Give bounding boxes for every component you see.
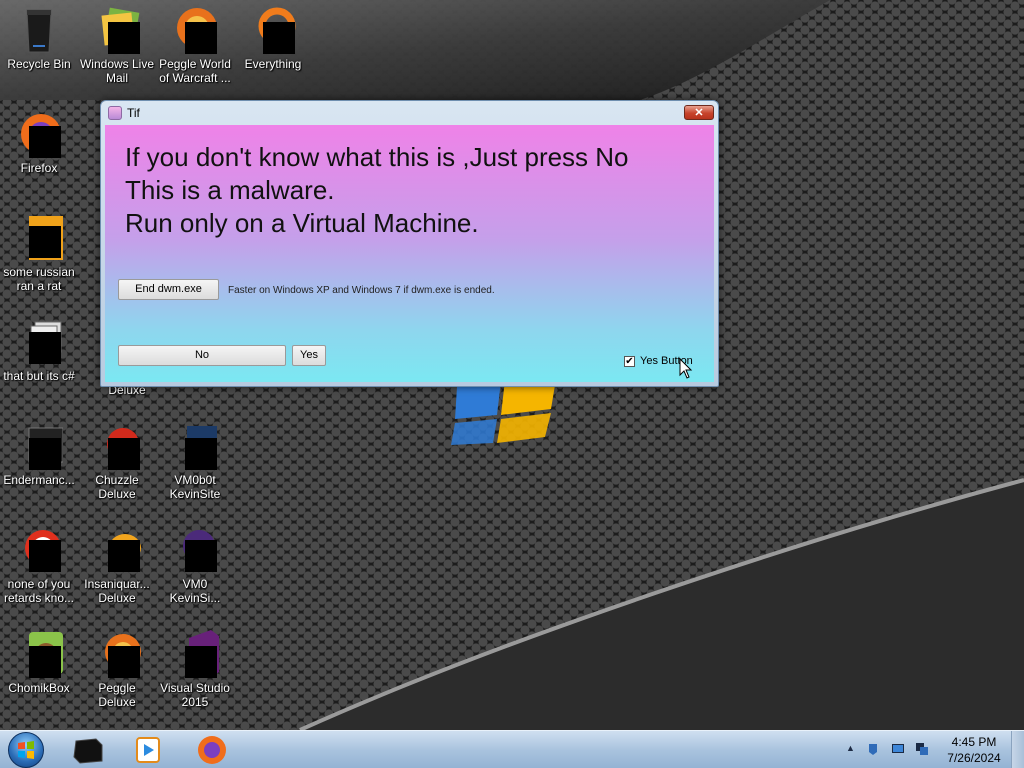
desktop-icon-label: Visual Studio 2015 — [160, 681, 230, 709]
task-manager-icon — [73, 738, 103, 764]
desktop-icon-label: Peggle World of Warcraft ... — [159, 57, 231, 85]
firefox-icon — [15, 110, 63, 158]
show-desktop-button[interactable] — [1011, 731, 1024, 768]
dialog-titlebar[interactable]: Tif ✕ — [101, 101, 718, 125]
windows-logo-icon — [18, 741, 34, 759]
redaction-box — [108, 646, 140, 678]
redaction-box — [108, 438, 140, 470]
visual-studio-icon — [171, 630, 219, 678]
close-button[interactable]: ✕ — [684, 105, 714, 120]
end-dwm-button[interactable]: End dwm.exe — [118, 279, 219, 300]
redaction-box — [185, 646, 217, 678]
network-icon[interactable] — [915, 742, 929, 756]
redaction-box — [29, 646, 61, 678]
windows-live-mail-icon — [93, 6, 141, 54]
clock-date: 7/26/2024 — [947, 751, 1001, 765]
desktop-icon-that-but-its-c[interactable]: that but its c# — [0, 318, 78, 383]
redaction-box — [29, 126, 61, 158]
desktop-icon-label: ChomikBox — [8, 681, 70, 695]
desktop-icon-label: none of you retards kno... — [3, 577, 75, 605]
taskbar-app-media-player[interactable] — [122, 733, 174, 767]
everything-icon — [249, 6, 297, 54]
checkbox-check-icon[interactable]: ✔ — [624, 355, 635, 367]
chuzzle-icon — [93, 422, 141, 470]
display-icon[interactable] — [891, 742, 905, 756]
media-player-icon — [136, 737, 160, 763]
taskbar-clock[interactable]: 4:45 PM 7/26/2024 — [940, 734, 1008, 766]
desktop-icon-label: Recycle Bin — [7, 57, 71, 71]
end-dwm-description: Faster on Windows XP and Windows 7 if dw… — [228, 285, 495, 296]
desktop-icon-chuzzle-deluxe[interactable]: Chuzzle Deluxe — [78, 422, 156, 501]
redaction-box — [108, 540, 140, 572]
desktop-icon-label: some russian ran a rat — [3, 265, 75, 293]
desktop-icon-label: Chuzzle Deluxe — [95, 473, 139, 501]
desktop-icon-peggle-deluxe[interactable]: Peggle Deluxe — [78, 630, 156, 709]
redaction-box — [29, 438, 61, 470]
desktop-icon-label: Firefox — [20, 161, 58, 175]
desktop-icon-everything[interactable]: Everything — [234, 6, 312, 71]
peggle-wow-icon — [171, 6, 219, 54]
desktop-icon-label: Endermanc... — [3, 473, 75, 487]
redaction-box — [185, 22, 217, 54]
desktop-icon-label: that but its c# — [3, 369, 75, 383]
tif-dialog-window[interactable]: Tif ✕ If you don't know what this is ,Ju… — [100, 100, 719, 387]
redaction-box — [29, 332, 61, 364]
file-icon: e — [15, 214, 63, 262]
app-icon — [171, 526, 219, 574]
terminal-icon — [15, 422, 64, 470]
warning-message: If you don't know what this is ,Just pre… — [125, 142, 629, 238]
desktop-icon-recycle-bin[interactable]: Recycle Bin — [0, 6, 78, 71]
action-center-icon[interactable] — [866, 742, 880, 756]
desktop-icon-vm0b0t-kevinsite[interactable]: VM0b0t KevinSite — [156, 422, 234, 501]
file-stack-icon — [15, 318, 63, 366]
desktop-icon-windows-live-mail[interactable]: Windows Live Mail — [78, 6, 156, 85]
redaction-box — [185, 540, 217, 572]
tray-expand-icon[interactable]: ▲ — [846, 743, 855, 753]
taskbar: ▲ 4:45 PM 7/26/2024 — [0, 730, 1024, 768]
redaction-box — [29, 226, 61, 258]
desktop-icon-label: Insaniquar... Deluxe — [84, 577, 150, 605]
app-icon — [171, 422, 219, 470]
recycle-bin-icon — [15, 6, 63, 54]
desktop-icon-firefox[interactable]: Firefox — [0, 110, 78, 175]
desktop-icon-insaniquarium-deluxe[interactable]: Insaniquar... Deluxe — [78, 526, 156, 605]
desktop-icon-none-of-you-retards[interactable]: none of you retards kno... — [0, 526, 78, 605]
clock-time: 4:45 PM — [951, 735, 997, 749]
desktop-icon-visual-studio-2015[interactable]: Visual Studio 2015 — [156, 630, 234, 709]
redaction-box — [29, 540, 61, 572]
desktop-icon-label: Everything — [244, 57, 302, 71]
desktop-icon-label: VM0b0t KevinSite — [169, 473, 221, 501]
firefox-icon — [198, 736, 226, 764]
redaction-box — [185, 438, 217, 470]
dialog-client-area: If you don't know what this is ,Just pre… — [105, 125, 714, 382]
desktop-icon-chomikbox[interactable]: ChomikBox — [0, 630, 78, 695]
desktop-icon-label: VM0 KevinSi... — [169, 577, 221, 605]
start-button[interactable] — [8, 732, 44, 768]
desktop-icon-endermanch[interactable]: Endermanc... — [0, 422, 78, 487]
redaction-box — [263, 22, 295, 54]
desktop-icon-label: Peggle Deluxe — [98, 681, 136, 709]
peggle-icon — [93, 630, 141, 678]
redaction-box — [108, 22, 140, 54]
mouse-cursor-icon — [679, 358, 693, 379]
dialog-title: Tif — [127, 106, 140, 120]
desktop-icon-vm0-kevinsi[interactable]: VM0 KevinSi... — [156, 526, 234, 605]
desktop-icon-some-russian-ran-a-rat[interactable]: e some russian ran a rat — [0, 214, 78, 293]
chomikbox-icon — [15, 630, 63, 678]
taskbar-app-task-manager[interactable] — [62, 733, 114, 767]
taskbar-app-firefox[interactable] — [186, 733, 238, 767]
desktop-icon-peggle-world-of-warcraft[interactable]: Peggle World of Warcraft ... — [156, 6, 234, 85]
desktop-icon-label: Windows Live Mail — [79, 57, 155, 85]
app-title-icon — [108, 106, 122, 120]
no-button[interactable]: No — [118, 345, 286, 366]
app-icon — [15, 526, 63, 574]
yes-button[interactable]: Yes — [292, 345, 326, 366]
insaniquarium-icon — [93, 526, 141, 574]
